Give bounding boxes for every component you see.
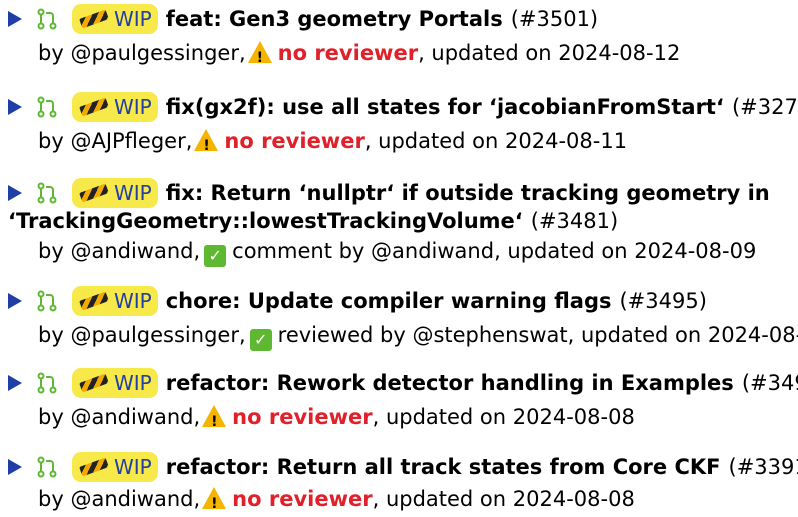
pr-title[interactable]: chore: Update compiler warning flags [166, 288, 612, 314]
pr-number[interactable]: (#3498) [742, 370, 798, 396]
construction-icon [79, 97, 109, 117]
pr-meta: by @andiwand,no reviewer, updated on 202… [38, 404, 635, 435]
pr-number[interactable]: (#3274) [732, 94, 798, 120]
pr-number[interactable]: (#3391) [729, 454, 798, 480]
construction-icon [79, 457, 109, 477]
construction-icon [79, 291, 109, 311]
expand-arrow-icon[interactable] [8, 375, 22, 391]
pr-meta: by @paulgessinger, ✓ reviewed by @stephens… [38, 322, 798, 351]
pr-author[interactable]: @AJPfleger, [70, 129, 192, 153]
construction-icon [79, 373, 109, 393]
construction-icon [79, 9, 109, 29]
pr-author[interactable]: @andiwand, [70, 239, 200, 263]
wip-badge: WIP [72, 178, 158, 208]
wip-badge: WIP [72, 368, 158, 398]
pull-request-icon [37, 290, 57, 312]
pr-number[interactable]: (#3501) [511, 6, 598, 32]
pr-status: no reviewer [277, 41, 419, 65]
construction-icon [79, 183, 109, 203]
check-icon: ✓ [249, 329, 272, 351]
wip-badge: WIP [72, 286, 158, 316]
pr-date: 2024-08-11 [505, 129, 628, 153]
pull-request-icon [37, 372, 57, 394]
pull-request-icon [37, 96, 57, 118]
pr-date: 2024-08-12 [558, 41, 681, 65]
pr-title[interactable]: refactor: Rework detector handling in Ex… [166, 370, 734, 396]
warning-icon [202, 487, 227, 517]
pr-date: 2024-08-08 [512, 487, 635, 511]
expand-arrow-icon[interactable] [8, 185, 22, 201]
pr-title[interactable]: fix(gx2f): use all states for ‘jacobianF… [166, 94, 724, 120]
pr-meta: by @andiwand, ✓ comment by @andiwand, upda… [38, 239, 757, 267]
pr-author[interactable]: @andiwand, [70, 405, 200, 429]
pr-title[interactable]: fix: Return ‘nullptr‘ if outside trackin… [166, 180, 770, 206]
pr-author[interactable]: @paulgessinger, [70, 41, 245, 65]
pull-request-icon [37, 8, 57, 30]
warning-icon [247, 41, 272, 71]
pr-meta: by @paulgessinger,no reviewer, updated o… [38, 40, 681, 71]
wip-badge: WIP [72, 92, 158, 122]
pr-title[interactable]: feat: Gen3 geometry Portals [166, 6, 503, 32]
pr-number[interactable]: (#3481) [531, 209, 618, 233]
warning-icon [194, 129, 219, 159]
expand-arrow-icon[interactable] [8, 11, 22, 27]
expand-arrow-icon[interactable] [8, 293, 22, 309]
pr-title-continued[interactable]: ‘TrackingGeometry::lowestTrackingVolume‘ [8, 209, 523, 233]
pr-author[interactable]: @paulgessinger, [70, 323, 245, 347]
pr-date: 2024-08-09 [707, 323, 798, 347]
expand-arrow-icon[interactable] [8, 459, 22, 475]
pr-author[interactable]: @andiwand, [70, 487, 200, 511]
pr-date: 2024-08-08 [512, 405, 635, 429]
wip-badge: WIP [72, 452, 158, 482]
pr-status: no reviewer [232, 487, 373, 511]
pr-status: comment by @andiwand [232, 239, 495, 263]
pr-title[interactable]: refactor: Return all track states from C… [166, 454, 721, 480]
pr-status: reviewed by @stephenswat [277, 323, 568, 347]
pr-number[interactable]: (#3495) [619, 288, 706, 314]
expand-arrow-icon[interactable] [8, 99, 22, 115]
pr-meta: by @andiwand,no reviewer, updated on 202… [38, 486, 635, 517]
check-icon: ✓ [204, 245, 227, 267]
pull-request-icon [37, 456, 57, 478]
wip-badge: WIP [72, 4, 158, 34]
pr-meta: by @AJPfleger,no reviewer, updated on 20… [38, 128, 628, 159]
pull-request-icon [37, 182, 57, 204]
warning-icon [202, 405, 227, 435]
pr-status: no reviewer [232, 405, 373, 429]
pr-status: no reviewer [224, 129, 365, 153]
pr-date: 2024-08-09 [634, 239, 757, 263]
